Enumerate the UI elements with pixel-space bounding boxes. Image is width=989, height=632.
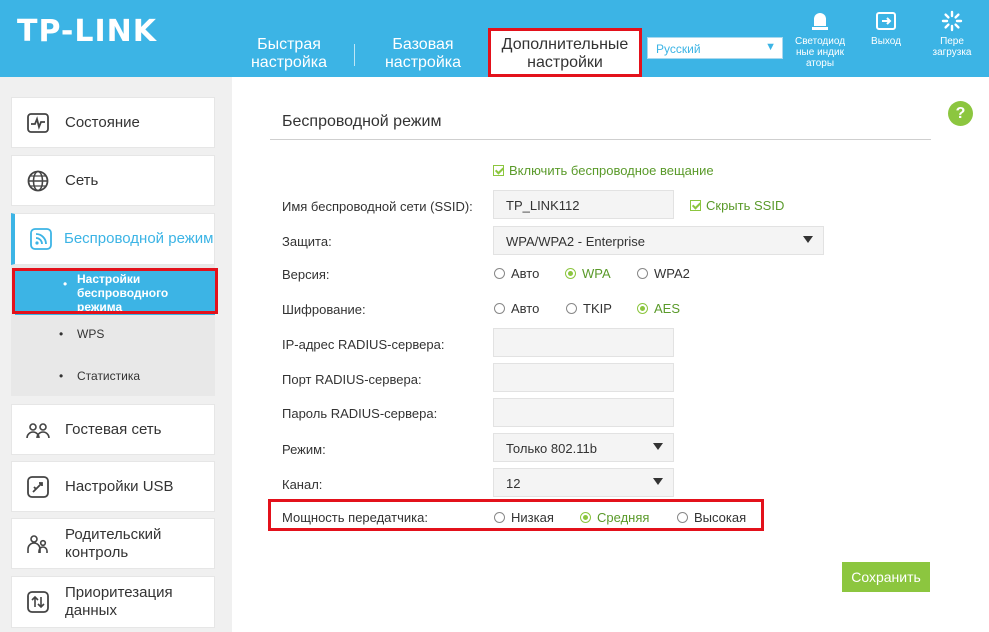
mode-label: Режим: [282,442,326,457]
title-divider [270,139,931,140]
ssid-input[interactable]: TP_LINK112 [493,190,674,219]
tp-link-logo: TP-LINK [17,14,158,49]
channel-select[interactable]: 12 [493,468,674,497]
reboot-icon [941,10,963,32]
reboot-button[interactable]: Пере загрузка [926,10,978,58]
dropdown-arrow-icon [653,478,663,485]
hide-ssid-checkbox[interactable]: Скрыть SSID [690,198,784,213]
tab-advanced[interactable]: Дополнительные настройки [489,29,641,77]
radius-port-label: Порт RADIUS-сервера: [282,372,422,387]
globe-icon [27,170,49,191]
led-icon [812,13,828,30]
tab-quick-setup[interactable]: Быстрая настройка [244,36,334,72]
security-select[interactable]: WPA/WPA2 - Enterprise [493,226,824,255]
led-button[interactable]: Светодиод ные индик аторы [788,10,852,69]
sidebar-item-wireless[interactable]: Беспроводной режим [11,213,215,265]
enable-broadcast-checkbox[interactable]: Включить беспроводное вещание [493,163,714,178]
ssid-label: Имя беспроводной сети (SSID): [282,199,473,214]
version-radio-auto[interactable]: Авто [494,266,539,281]
dropdown-arrow-icon [653,443,663,450]
checkbox-checked-icon [493,165,504,176]
language-select[interactable]: Русский ▼ [647,37,783,59]
nav-separator [354,44,355,66]
qos-icon [27,591,49,613]
radius-password-label: Пароль RADIUS-сервера: [282,406,438,421]
top-header: TP-LINK Быстрая настройка Базовая настро… [0,0,989,77]
help-button[interactable]: ? [948,101,973,126]
sidebar-item-parental-control[interactable]: Родительский контроль [11,518,215,569]
encryption-radio-auto[interactable]: Авто [494,301,539,316]
tx-power-radio-low[interactable]: Низкая [494,510,554,525]
sidebar-item-qos[interactable]: Приоритезация данных [11,576,215,628]
sidebar-item-status[interactable]: Состояние [11,97,215,148]
radius-ip-input[interactable] [493,328,674,357]
channel-label: Канал: [282,477,323,492]
usb-icon [27,475,49,498]
tx-power-radio-high[interactable]: Высокая [677,510,746,525]
wireless-icon [30,228,52,250]
tab-basic[interactable]: Базовая настройка [373,36,473,72]
save-button[interactable]: Сохранить [842,562,930,592]
radius-port-input[interactable] [493,363,674,392]
version-label: Версия: [282,267,330,282]
security-label: Защита: [282,234,332,249]
checkbox-checked-icon [690,200,701,211]
sidebar-item-wireless-label: Беспроводной режим [64,230,214,247]
parental-control-icon [27,534,48,553]
page-title: Беспроводной режим [282,113,442,130]
sidebar-item-guest-network[interactable]: Гостевая сеть [11,404,215,455]
encryption-label: Шифрование: [282,302,366,317]
encryption-radio-tkip[interactable]: TKIP [566,301,612,316]
submenu-item-wireless-settings[interactable]: • Настройки беспроводного режима [15,271,215,315]
logout-icon [876,12,896,30]
radius-ip-label: IP-адрес RADIUS-сервера: [282,337,445,352]
status-icon [27,112,49,133]
mode-select[interactable]: Только 802.11b [493,433,674,462]
sidebar-item-usb[interactable]: Настройки USB [11,461,215,512]
tx-power-label: Мощность передатчика: [282,510,428,525]
version-radio-wpa2[interactable]: WPA2 [637,266,690,281]
encryption-radio-aes[interactable]: AES [637,301,680,316]
version-radio-wpa[interactable]: WPA [565,266,611,281]
tx-power-radio-medium[interactable]: Средняя [580,510,649,525]
submenu-item-wps[interactable]: • WPS [11,327,215,343]
radius-password-input[interactable] [493,398,674,427]
submenu-item-statistics[interactable]: • Статистика [11,369,215,385]
dropdown-arrow-icon [803,236,813,243]
chevron-down-icon: ▼ [765,41,776,53]
logout-button[interactable]: Выход [866,10,906,47]
guest-network-icon [26,422,50,438]
sidebar-item-network[interactable]: Сеть [11,155,215,206]
